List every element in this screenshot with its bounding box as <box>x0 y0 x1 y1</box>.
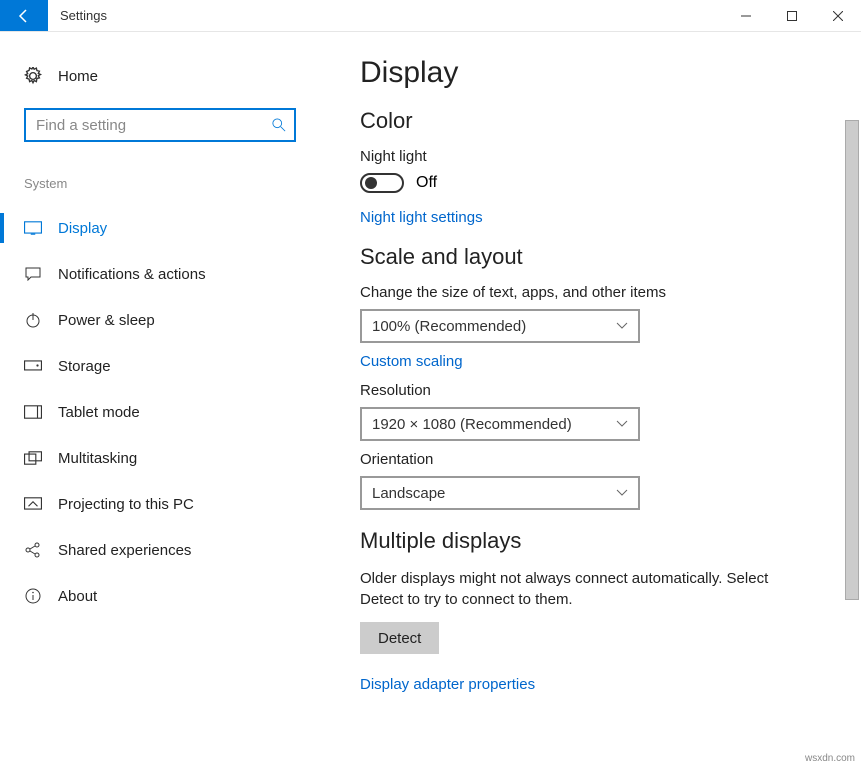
orientation-select[interactable]: Landscape <box>360 476 640 510</box>
custom-scaling-link[interactable]: Custom scaling <box>360 353 821 370</box>
nav-item-storage[interactable]: Storage <box>0 343 296 389</box>
multitask-icon <box>24 451 42 465</box>
window-controls <box>723 0 861 31</box>
resolution-label: Resolution <box>360 382 821 399</box>
sidebar: Home System Display Notifications & acti… <box>0 32 320 768</box>
info-icon <box>24 588 42 604</box>
night-light-settings-link[interactable]: Night light settings <box>360 209 821 226</box>
nav-item-multitasking[interactable]: Multitasking <box>0 435 296 481</box>
nav-label: About <box>58 588 97 605</box>
detect-button[interactable]: Detect <box>360 622 439 654</box>
nav-label: Display <box>58 220 107 237</box>
title-bar: Settings <box>0 0 861 32</box>
nav-label: Notifications & actions <box>58 266 206 283</box>
display-adapter-link[interactable]: Display adapter properties <box>360 676 821 693</box>
nav-item-shared[interactable]: Shared experiences <box>0 527 296 573</box>
category-label: System <box>24 176 296 191</box>
toggle-knob <box>365 177 377 189</box>
vertical-scrollbar[interactable] <box>845 120 859 600</box>
close-icon <box>833 11 843 21</box>
search-input[interactable] <box>24 108 296 142</box>
nav-label: Tablet mode <box>58 404 140 421</box>
tablet-icon <box>24 405 42 419</box>
chevron-down-icon <box>616 320 628 332</box>
resolution-value: 1920 × 1080 (Recommended) <box>372 416 572 433</box>
power-icon <box>24 312 42 328</box>
scale-size-select[interactable]: 100% (Recommended) <box>360 309 640 343</box>
section-color-heading: Color <box>360 108 821 134</box>
night-light-state: Off <box>416 174 437 192</box>
back-button[interactable] <box>0 0 48 31</box>
search-icon <box>272 118 286 132</box>
orientation-label: Orientation <box>360 451 821 468</box>
nav-item-projecting[interactable]: Projecting to this PC <box>0 481 296 527</box>
source-credit: wsxdn.com <box>805 753 855 764</box>
night-light-toggle[interactable] <box>360 173 404 193</box>
home-link[interactable]: Home <box>24 56 296 96</box>
nav-label: Shared experiences <box>58 542 191 559</box>
scale-size-label: Change the size of text, apps, and other… <box>360 284 821 301</box>
section-scale-heading: Scale and layout <box>360 244 821 270</box>
gear-icon <box>24 67 42 85</box>
nav-label: Storage <box>58 358 111 375</box>
nav-label: Power & sleep <box>58 312 155 329</box>
main-panel: Display Color Night light Off Night ligh… <box>320 32 861 768</box>
night-light-label: Night light <box>360 148 821 165</box>
scale-size-value: 100% (Recommended) <box>372 318 526 335</box>
nav-list: Display Notifications & actions Power & … <box>0 205 296 619</box>
maximize-icon <box>787 11 797 21</box>
minimize-icon <box>741 11 751 21</box>
minimize-button[interactable] <box>723 0 769 31</box>
project-icon <box>24 497 42 511</box>
resolution-select[interactable]: 1920 × 1080 (Recommended) <box>360 407 640 441</box>
nav-item-display[interactable]: Display <box>0 205 296 251</box>
maximize-button[interactable] <box>769 0 815 31</box>
search-field[interactable] <box>34 116 272 135</box>
window-title: Settings <box>48 0 723 31</box>
share-icon <box>24 542 42 558</box>
drive-icon <box>24 360 42 372</box>
nav-label: Multitasking <box>58 450 137 467</box>
nav-item-tablet[interactable]: Tablet mode <box>0 389 296 435</box>
monitor-icon <box>24 221 42 235</box>
chevron-down-icon <box>616 418 628 430</box>
message-icon <box>24 267 42 281</box>
page-title: Display <box>360 56 821 90</box>
nav-item-power[interactable]: Power & sleep <box>0 297 296 343</box>
close-button[interactable] <box>815 0 861 31</box>
multiple-desc: Older displays might not always connect … <box>360 568 800 610</box>
home-label: Home <box>58 68 98 85</box>
arrow-left-icon <box>16 8 32 24</box>
nav-item-about[interactable]: About <box>0 573 296 619</box>
orientation-value: Landscape <box>372 485 445 502</box>
nav-item-notifications[interactable]: Notifications & actions <box>0 251 296 297</box>
chevron-down-icon <box>616 487 628 499</box>
section-multiple-heading: Multiple displays <box>360 528 821 554</box>
nav-label: Projecting to this PC <box>58 496 194 513</box>
